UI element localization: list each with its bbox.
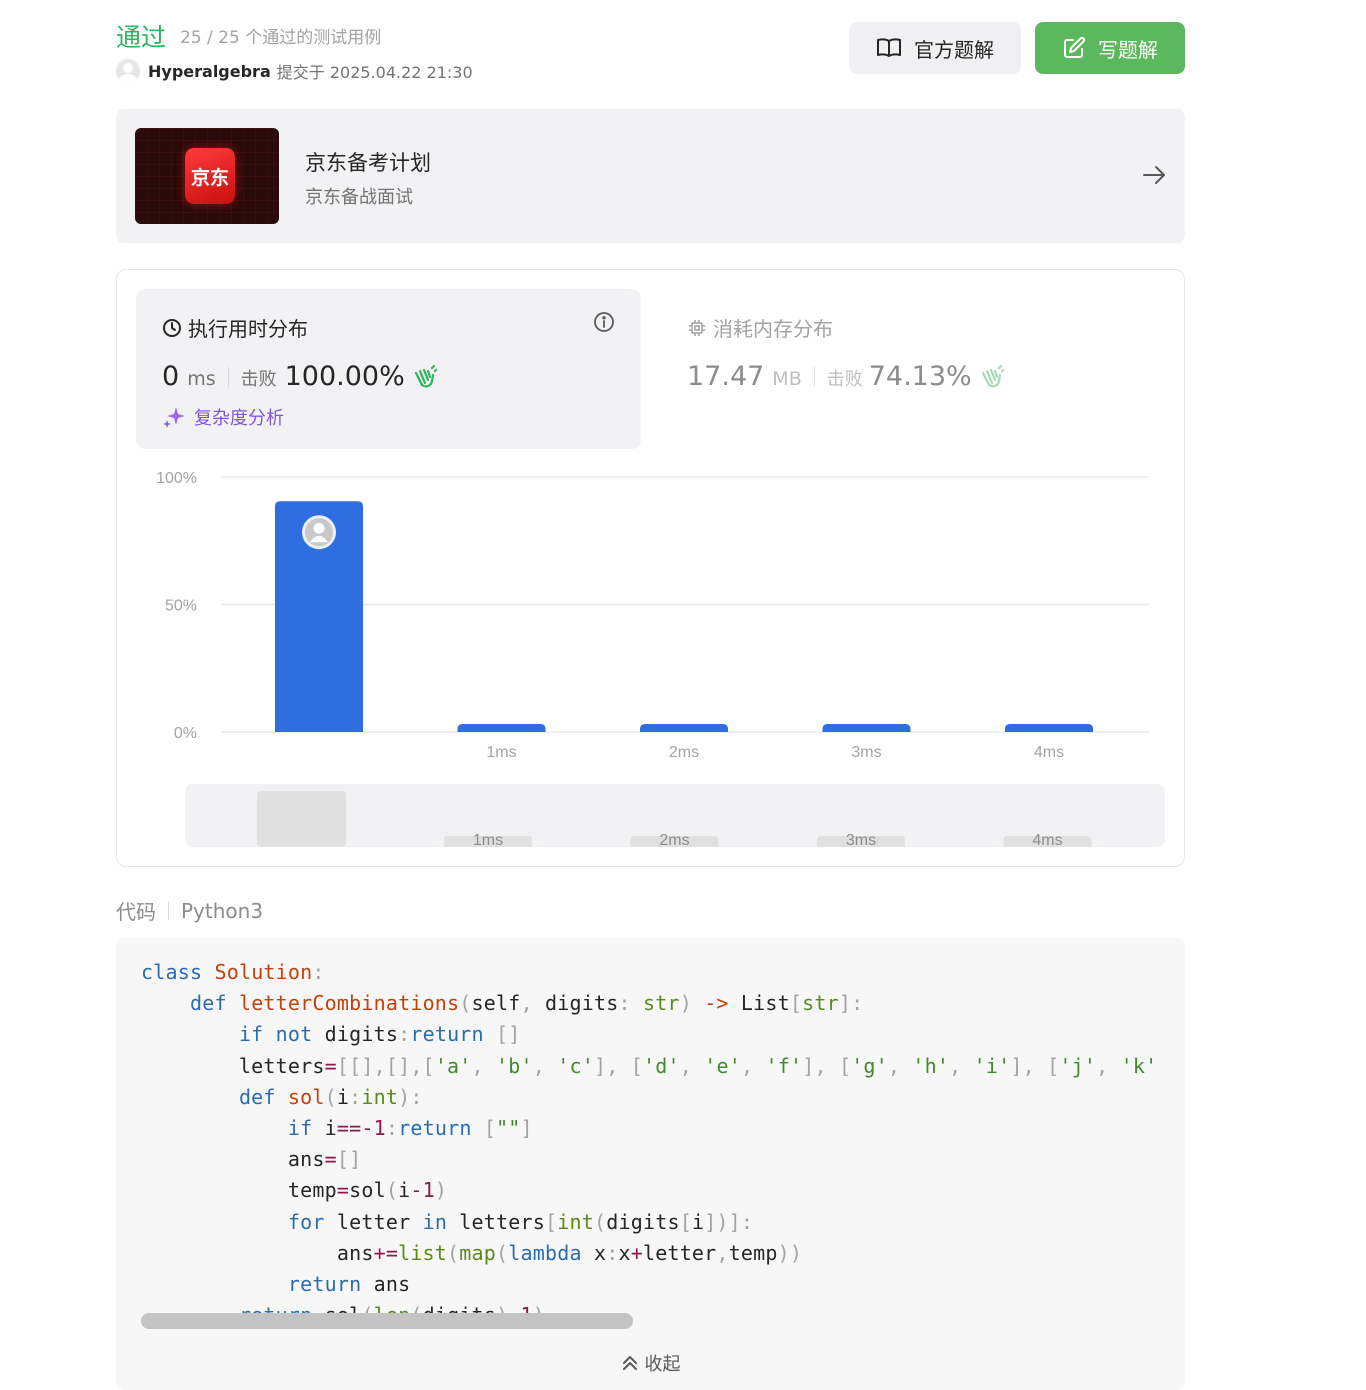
- x-tick-label: 4ms: [1034, 744, 1064, 761]
- navigator-label: 1ms: [473, 832, 503, 849]
- promo-title: 京东备考计划: [305, 151, 431, 175]
- y-tick-label: 100%: [156, 470, 197, 487]
- author-name[interactable]: Hyperalgebra: [148, 62, 271, 81]
- code-label: 代码: [116, 900, 156, 924]
- official-solution-button[interactable]: 官方题解: [849, 22, 1021, 74]
- collapse-button[interactable]: 收起: [116, 1350, 1185, 1376]
- bar-3ms: [822, 724, 911, 732]
- promo-image: 京东: [135, 128, 279, 224]
- bar-4ms: [1005, 724, 1093, 732]
- arrow-right-icon[interactable]: [1141, 162, 1167, 188]
- y-tick-label: 0%: [174, 725, 197, 742]
- edit-icon: [1064, 36, 1086, 58]
- runtime-distribution-chart[interactable]: 100% 50% 0% 1ms 2ms 3ms 4ms 1ms 2ms 3ms 4ms: [117, 270, 1184, 866]
- code-viewport[interactable]: class Solution: def letterCombinations(s…: [141, 957, 1161, 1327]
- code-header: 代码 Python3: [116, 896, 263, 925]
- official-solution-label: 官方题解: [914, 37, 994, 62]
- x-tick-label: 2ms: [669, 744, 699, 761]
- x-tick-label: 1ms: [486, 744, 516, 761]
- write-solution-label: 写题解: [1098, 37, 1158, 62]
- performance-panel: 执行用时分布 0 ms 击败 100.00% 复杂度分析 消耗内存分布 17.4…: [116, 269, 1185, 867]
- promo-banner[interactable]: 京东 京东备考计划 京东备战面试: [116, 109, 1185, 243]
- submission-header: 通过 25 / 25 个通过的测试用例 Hyperalgebra 提交于 202…: [116, 18, 1185, 88]
- bar-2ms: [640, 724, 728, 732]
- navigator-label: 4ms: [1032, 832, 1062, 849]
- bar-1ms: [457, 724, 546, 732]
- avatar[interactable]: [116, 59, 140, 83]
- code-language: Python3: [181, 898, 264, 923]
- write-solution-button[interactable]: 写题解: [1035, 22, 1185, 74]
- status-accepted: 通过: [116, 23, 167, 52]
- collapse-label: 收起: [644, 1354, 681, 1375]
- source-code[interactable]: class Solution: def letterCombinations(s…: [141, 957, 1161, 1327]
- y-tick-label: 50%: [165, 598, 197, 615]
- horizontal-scrollbar[interactable]: [141, 1313, 633, 1329]
- x-tick-label: 3ms: [851, 744, 881, 761]
- book-icon: [877, 38, 901, 57]
- chevron-double-up-icon: [622, 1356, 637, 1370]
- jd-logo: 京东: [185, 148, 235, 204]
- author-row: Hyperalgebra 提交于 2025.04.22 21:30: [116, 59, 473, 83]
- navigator-label: 3ms: [846, 832, 876, 849]
- navigator-label: 2ms: [659, 832, 689, 849]
- promo-subtitle: 京东备战面试: [305, 187, 413, 208]
- test-cases-count: 25 / 25 个通过的测试用例: [180, 28, 382, 48]
- navigator-window: [257, 791, 346, 847]
- submit-time: 提交于 2025.04.22 21:30: [276, 63, 473, 82]
- code-block[interactable]: class Solution: def letterCombinations(s…: [116, 938, 1185, 1390]
- divider: [168, 901, 169, 920]
- user-avatar-head: [313, 522, 325, 534]
